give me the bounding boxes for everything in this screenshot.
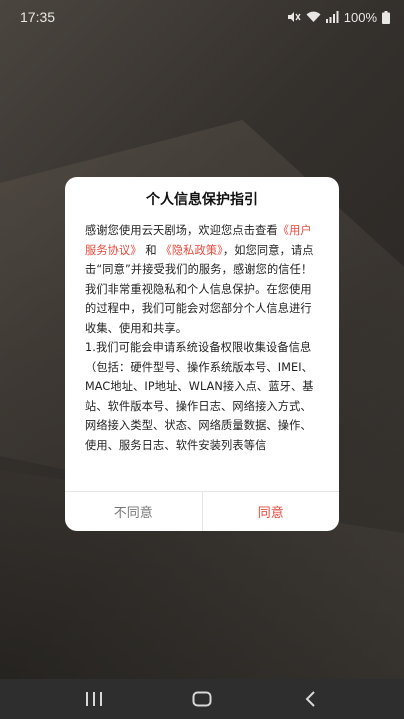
privacy-paragraph: 我们非常重视隐私和个人信息保护。在您使用的过程中，我们可能会对您部分个人信息进行… <box>85 282 312 335</box>
home-button[interactable] <box>172 679 232 719</box>
device-info-paragraph: 1.我们可能会申请系统设备权限收集设备信息（包括：硬件型号、操作系统版本号、IM… <box>85 341 314 452</box>
navigation-bar <box>0 679 404 719</box>
mute-icon <box>287 11 301 23</box>
agree-button[interactable]: 同意 <box>203 492 340 531</box>
battery-icon <box>382 10 390 24</box>
privacy-dialog: 个人信息保护指引 感谢您使用云天剧场，欢迎您点击查看《用户服务协议》 和 《隐私… <box>65 177 339 531</box>
status-time: 17:35 <box>20 9 56 25</box>
and-text: 和 <box>145 243 157 257</box>
dialog-body[interactable]: 感谢您使用云天剧场，欢迎您点击查看《用户服务协议》 和 《隐私政策》，如您同意，… <box>85 221 323 469</box>
back-button[interactable] <box>280 679 340 719</box>
recent-apps-icon <box>86 692 102 706</box>
home-icon <box>192 691 212 707</box>
battery-percent: 100% <box>343 9 377 25</box>
intro-paragraph: 感谢您使用云天剧场，欢迎您点击查看《用户服务协议》 和 《隐私政策》，如您同意，… <box>85 221 323 280</box>
status-icons: 100% <box>287 10 390 25</box>
dialog-button-row: 不同意 同意 <box>65 491 339 531</box>
status-bar: 17:35 100% <box>0 0 404 34</box>
recent-apps-button[interactable] <box>64 679 124 719</box>
privacy-policy-link[interactable]: 《隐私政策》 <box>160 244 222 257</box>
wifi-icon <box>306 11 321 23</box>
intro-prefix: 感谢您使用云天剧场，欢迎您点击查看 <box>85 224 278 237</box>
dialog-title: 个人信息保护指引 <box>146 192 258 208</box>
disagree-button[interactable]: 不同意 <box>65 492 203 531</box>
back-icon <box>305 691 315 707</box>
signal-icon <box>325 11 339 23</box>
